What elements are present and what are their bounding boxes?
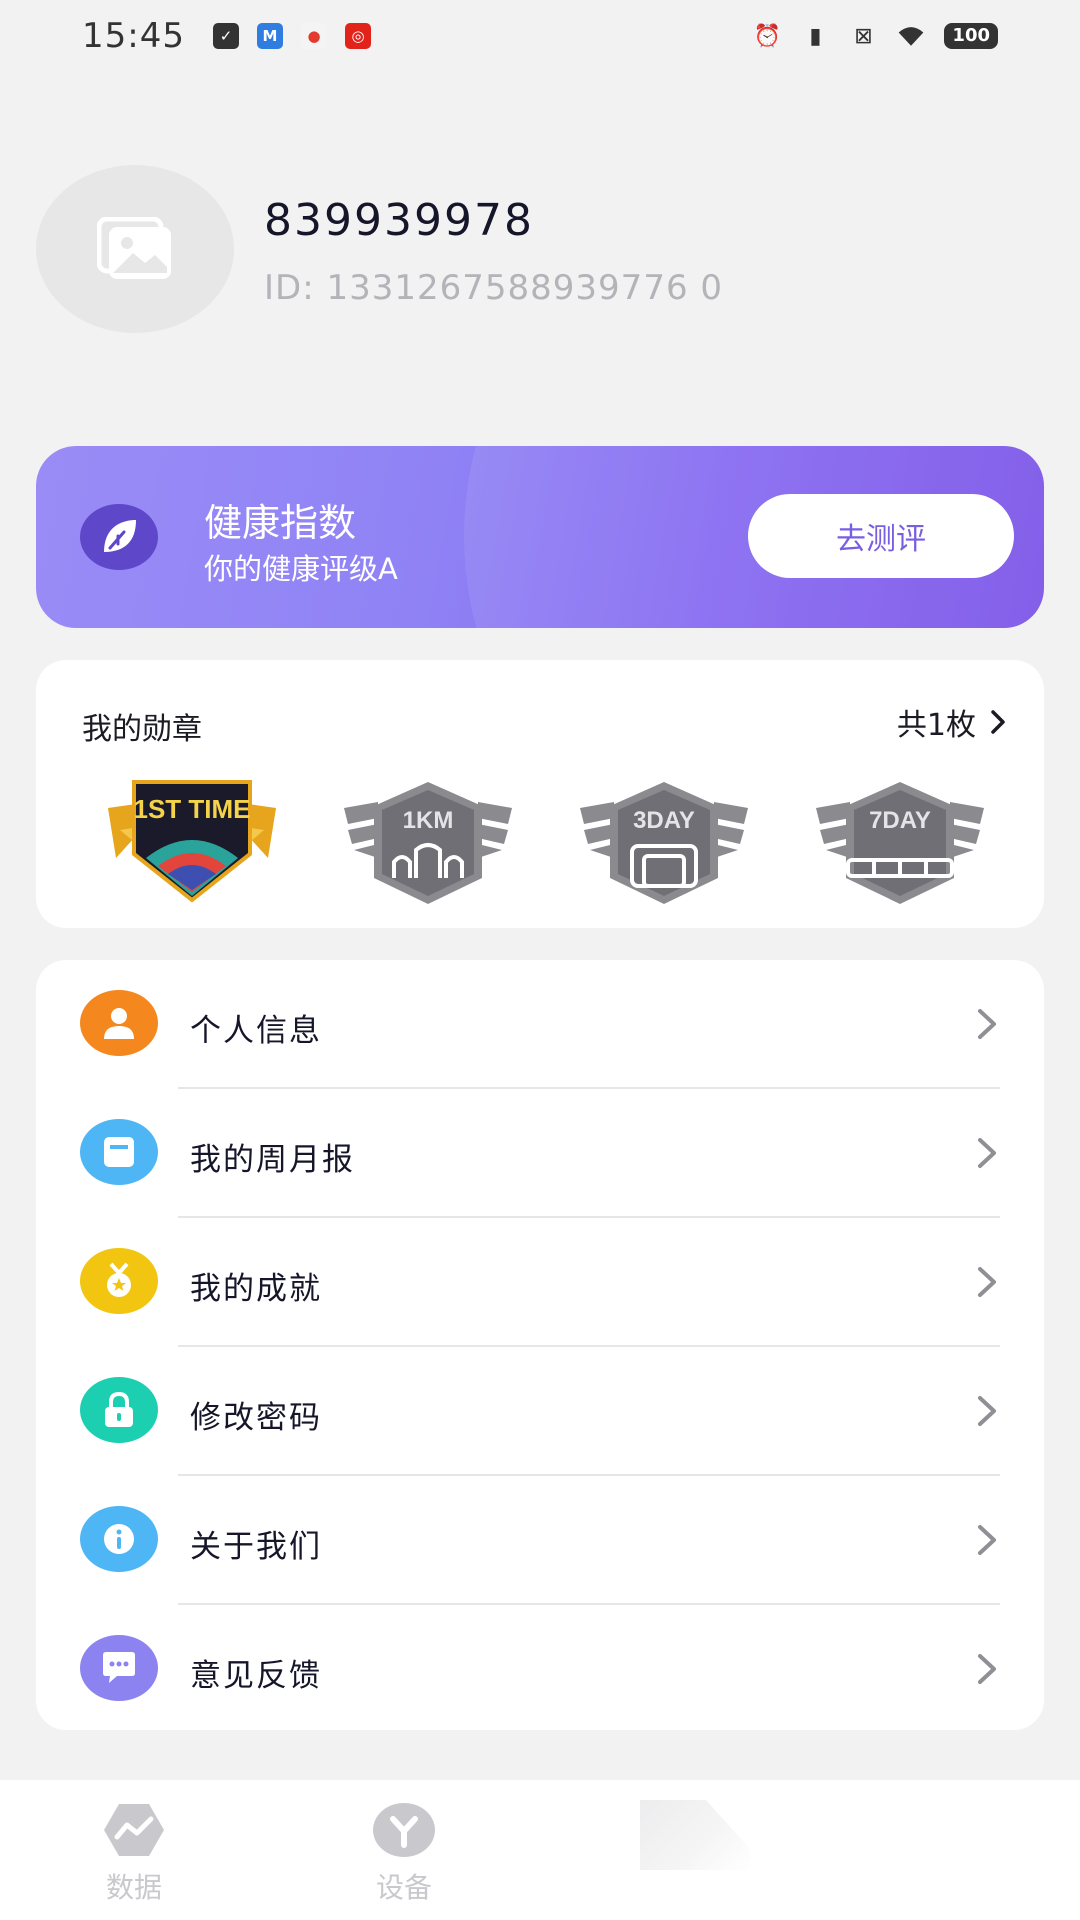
close-box-icon: ⊠ xyxy=(854,23,873,49)
chevron-right-icon xyxy=(978,1267,996,1297)
chevron-right-icon xyxy=(991,710,1005,734)
status-bar: 15:45 ✓ M ● ◎ ⏰ ▮ ⊠ 100 xyxy=(0,0,1080,72)
menu-item-feedback[interactable]: 意见反馈 xyxy=(36,1605,1044,1734)
username: 839939978 xyxy=(264,195,534,246)
map-pin-app-icon: ● xyxy=(300,23,327,49)
menu-item-label: 关于我们 xyxy=(190,1529,322,1565)
tab-data[interactable]: 数据 xyxy=(74,1800,194,1910)
health-subtitle: 你的健康评级A xyxy=(204,552,398,586)
menu-item-change-password[interactable]: 修改密码 xyxy=(36,1347,1044,1476)
battery-indicator: 100 xyxy=(944,23,998,49)
mountain-app-icon: M xyxy=(256,23,283,49)
info-icon xyxy=(80,1506,158,1572)
medal-label: 1ST TIME xyxy=(133,794,250,824)
menu-item-label: 修改密码 xyxy=(190,1400,322,1436)
chevron-right-icon xyxy=(978,1009,996,1039)
vibrate-icon: ▮ xyxy=(809,23,822,49)
tab-label: 设备 xyxy=(375,1871,432,1904)
medal-3day[interactable]: 3DAY xyxy=(578,778,750,908)
medals-count: 共1枚 xyxy=(896,708,976,743)
menu-item-label: 个人信息 xyxy=(190,1013,322,1049)
menu-item-reports[interactable]: 我的周月报 xyxy=(36,1089,1044,1218)
bottom-nav: 数据 设备 xyxy=(0,1780,1080,1920)
profile-header: 839939978 ID: 1331267588939776 0 xyxy=(36,165,1036,335)
evaluate-button[interactable]: 去测评 xyxy=(748,494,1014,578)
menu-item-label: 意见反馈 xyxy=(190,1658,322,1694)
menu-item-about-us[interactable]: 关于我们 xyxy=(36,1476,1044,1605)
health-index-banner[interactable]: 健康指数 你的健康评级A 去测评 xyxy=(36,446,1044,628)
medal-1km[interactable]: 1KM xyxy=(342,778,514,908)
person-icon xyxy=(80,990,158,1056)
chevron-right-icon xyxy=(978,1654,996,1684)
avatar[interactable] xyxy=(36,165,234,333)
menu-item-personal-info[interactable]: 个人信息 xyxy=(36,960,1044,1089)
chat-icon xyxy=(80,1635,158,1701)
tab-indicator xyxy=(640,1800,750,1870)
menu-item-achievements[interactable]: 我的成就 xyxy=(36,1218,1044,1347)
chevron-right-icon xyxy=(978,1138,996,1168)
wifi-icon xyxy=(896,21,926,51)
menu-item-label: 我的成就 xyxy=(190,1271,322,1307)
health-title: 健康指数 xyxy=(204,501,357,545)
chevron-right-icon xyxy=(978,1525,996,1555)
tab-device[interactable]: 设备 xyxy=(344,1800,464,1910)
music-app-icon: ◎ xyxy=(344,23,371,49)
medal-label: 3DAY xyxy=(633,807,695,834)
medals-title: 我的勋章 xyxy=(82,712,202,747)
medal-icon xyxy=(80,1248,158,1314)
medal-label: 7DAY xyxy=(869,807,931,834)
medal-first-time[interactable]: 1ST TIME xyxy=(106,778,278,908)
report-icon xyxy=(80,1119,158,1185)
checklist-icon: ✓ xyxy=(212,23,239,49)
tab-label: 数据 xyxy=(105,1871,162,1904)
alarm-icon: ⏰ xyxy=(753,23,782,49)
medals-count-link[interactable]: 共1枚 xyxy=(897,700,1006,744)
settings-menu: 个人信息 我的周月报 我的成就 修改密码 关于我们 意见反馈 xyxy=(36,960,1044,1730)
status-time: 15:45 xyxy=(82,16,185,56)
image-placeholder-icon xyxy=(97,217,171,279)
medal-7day[interactable]: 7DAY xyxy=(814,778,986,908)
medal-label: 1KM xyxy=(403,807,454,834)
leaf-icon xyxy=(80,504,158,570)
chevron-right-icon xyxy=(978,1396,996,1426)
chart-hexagon-icon xyxy=(99,1800,169,1860)
medals-card: 我的勋章 共1枚 1ST TIME 1KM 3DAY 7DAY xyxy=(36,660,1044,928)
device-icon xyxy=(369,1800,439,1860)
user-id: ID: 1331267588939776 0 xyxy=(264,268,724,308)
menu-item-label: 我的周月报 xyxy=(190,1142,355,1178)
lock-icon xyxy=(80,1377,158,1443)
